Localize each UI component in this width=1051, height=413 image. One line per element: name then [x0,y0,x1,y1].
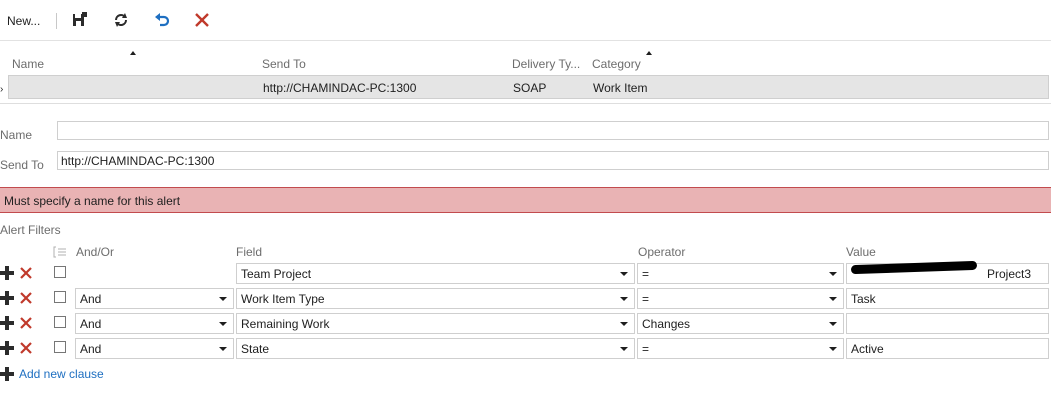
field-dropdown[interactable]: State [236,338,635,359]
field-value: Team Project [241,267,312,281]
chevron-down-icon [620,322,628,326]
clause-checkbox[interactable] [54,316,66,328]
alerts-grid-header: Name Send To Delivery Ty... Category [0,41,1051,73]
cell-category: Work Item [593,81,648,95]
andor-value: And [80,292,102,306]
divider [0,103,1051,104]
operator-dropdown[interactable]: = [637,288,844,309]
send-to-field[interactable] [57,151,1049,170]
add-icon[interactable] [0,367,14,381]
value-input[interactable] [846,313,1049,334]
field-value: Work Item Type [241,292,325,306]
remove-clause-icon[interactable] [19,291,33,305]
column-header-name[interactable]: Name [12,57,44,71]
sort-arrow-icon [646,51,652,55]
operator-column-header: Operator [638,245,686,259]
undo-icon[interactable] [152,10,172,30]
andor-dropdown[interactable]: And [75,313,234,334]
andor-column-header: And/Or [76,245,115,259]
operator-dropdown[interactable]: = [637,338,844,359]
field-dropdown[interactable]: Work Item Type [236,288,635,309]
operator-value: = [642,267,650,281]
chevron-down-icon [219,347,227,351]
save-icon[interactable] [70,10,90,30]
clause-checkbox[interactable] [54,341,66,353]
validation-error-bar: Must specify a name for this alert [0,187,1051,213]
column-header-delivery-type[interactable]: Delivery Ty... [512,57,580,71]
group-clauses-icon[interactable] [53,245,67,259]
value-text: Active [851,342,884,356]
chevron-down-icon [829,272,837,276]
toolbar-separator [56,13,57,29]
clause-checkbox[interactable] [54,291,66,303]
value-input[interactable]: Task [846,288,1049,309]
chevron-down-icon [829,347,837,351]
chevron-down-icon [620,297,628,301]
andor-dropdown[interactable]: And [75,338,234,359]
remove-clause-icon[interactable] [19,266,33,280]
operator-dropdown[interactable]: = [637,263,844,284]
operator-value: = [642,342,650,356]
value-text: Task [851,292,876,306]
send-to-label: Send To [0,158,44,172]
filter-clause-row: And Remaining Work Changes [0,312,1051,334]
chevron-down-icon [620,347,628,351]
remove-clause-icon[interactable] [19,316,33,330]
alert-filters-title: Alert Filters [0,223,61,237]
andor-dropdown[interactable]: And [75,288,234,309]
chevron-down-icon [219,322,227,326]
filter-clause-row: And State = Active [0,337,1051,359]
delete-icon[interactable] [192,10,212,30]
add-clause-icon[interactable] [0,291,14,305]
refresh-icon[interactable] [111,10,131,30]
new-button[interactable]: New... [7,14,40,28]
field-value: State [241,342,270,356]
value-text: Project3 [987,267,1032,281]
sort-arrow-icon [130,51,136,55]
operator-value: = [642,292,650,306]
column-header-send-to[interactable]: Send To [262,57,306,71]
clause-checkbox[interactable] [54,266,66,278]
add-new-clause-link[interactable]: Add new clause [19,367,104,381]
add-clause-icon[interactable] [0,316,14,330]
chevron-down-icon [829,322,837,326]
toolbar: New... [0,0,1051,41]
filter-clause-row: And Work Item Type = Task [0,287,1051,309]
row-selector-icon: › [0,84,4,95]
operator-dropdown[interactable]: Changes [637,313,844,334]
andor-value: And [80,317,102,331]
chevron-down-icon [829,297,837,301]
remove-clause-icon[interactable] [19,341,33,355]
name-field[interactable] [57,121,1049,140]
field-dropdown[interactable]: Remaining Work [236,313,635,334]
filter-clause-row: Team Project = Project3 [0,260,1051,284]
value-input[interactable]: Active [846,338,1049,359]
table-row[interactable]: http://CHAMINDAC-PC:1300 SOAP Work Item [8,75,1049,99]
chevron-down-icon [620,272,628,276]
operator-value: Changes [642,317,691,331]
field-dropdown[interactable]: Team Project [236,263,635,284]
name-label: Name [0,128,33,142]
field-column-header: Field [236,245,263,259]
validation-error-message: Must specify a name for this alert [4,194,181,208]
cell-delivery-type: SOAP [513,81,547,95]
chevron-down-icon [219,297,227,301]
cell-send-to: http://CHAMINDAC-PC:1300 [263,81,417,95]
andor-value: And [80,342,102,356]
add-clause-icon[interactable] [0,266,14,280]
add-clause-icon[interactable] [0,341,14,355]
field-value: Remaining Work [241,317,330,331]
column-header-category[interactable]: Category [592,57,641,71]
value-column-header: Value [846,245,876,259]
